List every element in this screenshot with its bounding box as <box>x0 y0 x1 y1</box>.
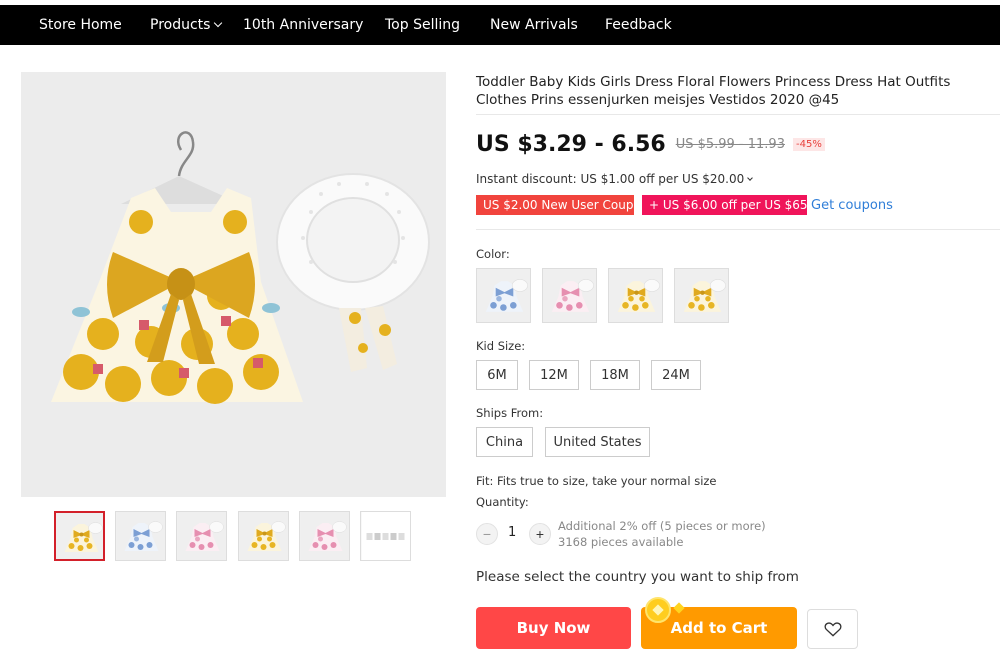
product-photo <box>21 72 446 497</box>
ships-from-united-states[interactable]: United States <box>545 427 650 457</box>
new-user-coupon[interactable]: US $2.00 New User Coupon <box>476 195 648 215</box>
quantity-decrease-button[interactable]: − <box>476 523 498 545</box>
ship-country-message: Please select the country you want to sh… <box>476 569 799 585</box>
nav-products-label: Products <box>150 17 211 33</box>
color-swatch-blue[interactable] <box>476 268 531 323</box>
buy-now-button[interactable]: Buy Now <box>476 607 631 649</box>
discount-badge: -45% <box>792 138 825 151</box>
nav-new-arrivals[interactable]: New Arrivals <box>490 17 578 33</box>
color-swatch-pink[interactable] <box>542 268 597 323</box>
thumbnail-image[interactable] <box>360 511 411 561</box>
stock-available: 3168 pieces available <box>558 535 684 549</box>
product-title: Toddler Baby Kids Girls Dress Floral Flo… <box>476 74 951 108</box>
fit-note: Fit: Fits true to size, take your normal… <box>476 474 717 488</box>
heart-icon <box>824 622 841 637</box>
price-range: US $3.29 - 6.56 <box>476 132 666 157</box>
size-option-18m[interactable]: 18M <box>590 360 640 390</box>
instant-discount-text: Instant discount: US $1.00 off per US $2… <box>476 172 745 186</box>
get-coupons-link[interactable]: Get coupons <box>811 198 893 213</box>
nav-10th-anniversary[interactable]: 10th Anniversary <box>243 17 363 33</box>
quantity-increase-button[interactable]: + <box>529 523 551 545</box>
ships-from-label: Ships From: <box>476 406 544 420</box>
store-coupon[interactable]: + US $6.00 off per US $65.00 <box>642 195 827 215</box>
store-nav-bar: Store Home Products 10th Anniversary Top… <box>0 5 1000 45</box>
color-swatch-yellow[interactable] <box>608 268 663 323</box>
divider <box>476 114 1000 115</box>
size-option-12m[interactable]: 12M <box>529 360 579 390</box>
main-product-image[interactable] <box>21 72 446 497</box>
wishlist-button[interactable] <box>807 609 858 649</box>
quantity-value[interactable]: 1 <box>508 525 516 540</box>
price-row: US $3.29 - 6.56 US $5.99 - 11.93 -45% <box>476 132 825 157</box>
instant-discount[interactable]: Instant discount: US $1.00 off per US $2… <box>476 172 754 186</box>
ships-from-china[interactable]: China <box>476 427 533 457</box>
nav-store-home[interactable]: Store Home <box>39 17 122 33</box>
thumbnail-image[interactable] <box>54 511 105 561</box>
size-option-6m[interactable]: 6M <box>476 360 518 390</box>
nav-feedback[interactable]: Feedback <box>605 17 672 33</box>
bulk-discount-note: Additional 2% off (5 pieces or more) <box>558 519 766 533</box>
color-swatch-yellow-2[interactable] <box>674 268 729 323</box>
nav-products[interactable]: Products <box>150 17 223 33</box>
chevron-down-icon <box>214 18 223 28</box>
nav-top-selling[interactable]: Top Selling <box>385 17 460 33</box>
color-label: Color: <box>476 247 510 261</box>
chevron-down-icon <box>747 175 754 181</box>
quantity-label: Quantity: <box>476 495 529 509</box>
size-option-24m[interactable]: 24M <box>651 360 701 390</box>
coin-icon <box>645 597 671 623</box>
thumbnail-image[interactable] <box>176 511 227 561</box>
original-price: US $5.99 - 11.93 <box>675 137 785 152</box>
thumbnail-image[interactable] <box>299 511 350 561</box>
divider <box>476 229 1000 230</box>
kid-size-label: Kid Size: <box>476 339 526 353</box>
thumbnail-image[interactable] <box>238 511 289 561</box>
thumbnail-image[interactable] <box>115 511 166 561</box>
